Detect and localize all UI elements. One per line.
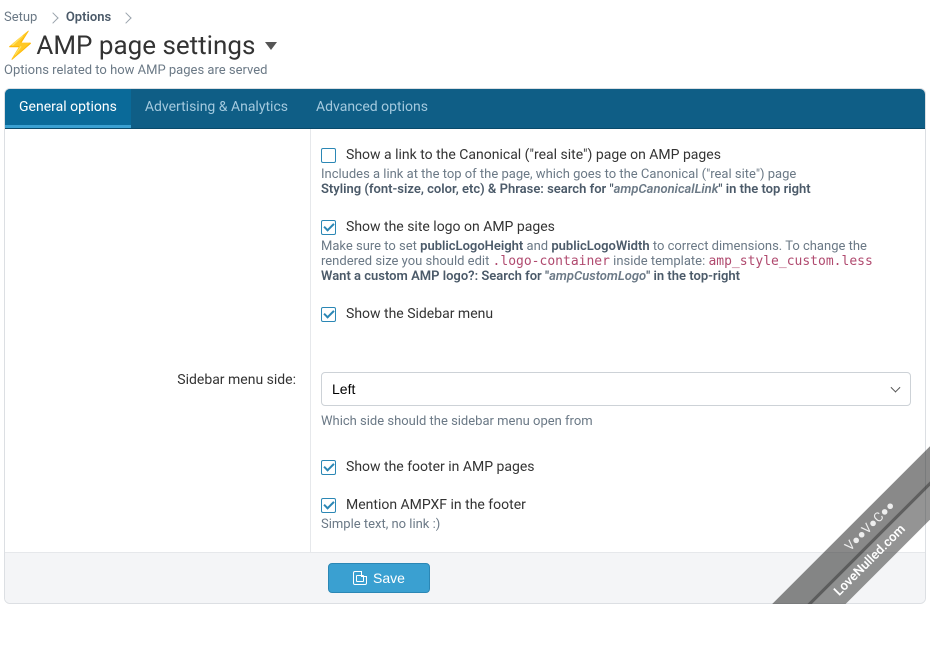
label-canonical-link: Show a link to the Canonical ("real site… [346,147,721,163]
breadcrumb: Setup Options [0,0,930,25]
footer-bar: Save [5,552,925,603]
checkbox-site-logo[interactable] [321,220,336,235]
checkbox-sidebar-menu[interactable] [321,307,336,322]
label-site-logo: Show the site logo on AMP pages [346,219,555,235]
save-icon [353,571,367,585]
breadcrumb-options[interactable]: Options [66,10,111,25]
save-button[interactable]: Save [328,563,430,593]
page-title-text: ⚡AMP page settings [4,31,255,61]
help-mention-ampxf: Simple text, no link :) [321,517,911,532]
checkbox-footer[interactable] [321,460,336,475]
breadcrumb-setup[interactable]: Setup [4,10,37,25]
help-logo-1: Make sure to set publicLogoHeight and pu… [321,239,911,269]
label-footer: Show the footer in AMP pages [346,459,535,475]
label-mention-ampxf: Mention AMPXF in the footer [346,497,526,513]
tab-general[interactable]: General options [5,89,131,128]
page-title: ⚡AMP page settings [0,25,930,63]
chevron-down-icon[interactable] [265,42,277,50]
tab-advertising-analytics[interactable]: Advertising & Analytics [131,89,302,128]
label-sidebar-menu: Show the Sidebar menu [346,306,493,322]
tab-advanced[interactable]: Advanced options [302,89,442,128]
help-logo-2: Want a custom AMP logo?: Search for "amp… [321,269,911,284]
options-panel: General options Advertising & Analytics … [4,88,926,604]
chevron-right-icon [121,12,132,23]
page-subtitle: Options related to how AMP pages are ser… [0,63,930,88]
label-sidebar-side: Sidebar menu side: [5,358,310,552]
chevron-right-icon [47,12,58,23]
checkbox-canonical-link[interactable] [321,148,336,163]
tabs: General options Advertising & Analytics … [5,89,925,129]
select-sidebar-side[interactable]: Left [321,372,911,406]
help-canonical-1: Includes a link at the top of the page, … [321,167,911,182]
checkbox-mention-ampxf[interactable] [321,498,336,513]
help-sidebar-side: Which side should the sidebar menu open … [321,414,911,429]
help-canonical-2: Styling (font-size, color, etc) & Phrase… [321,182,911,197]
